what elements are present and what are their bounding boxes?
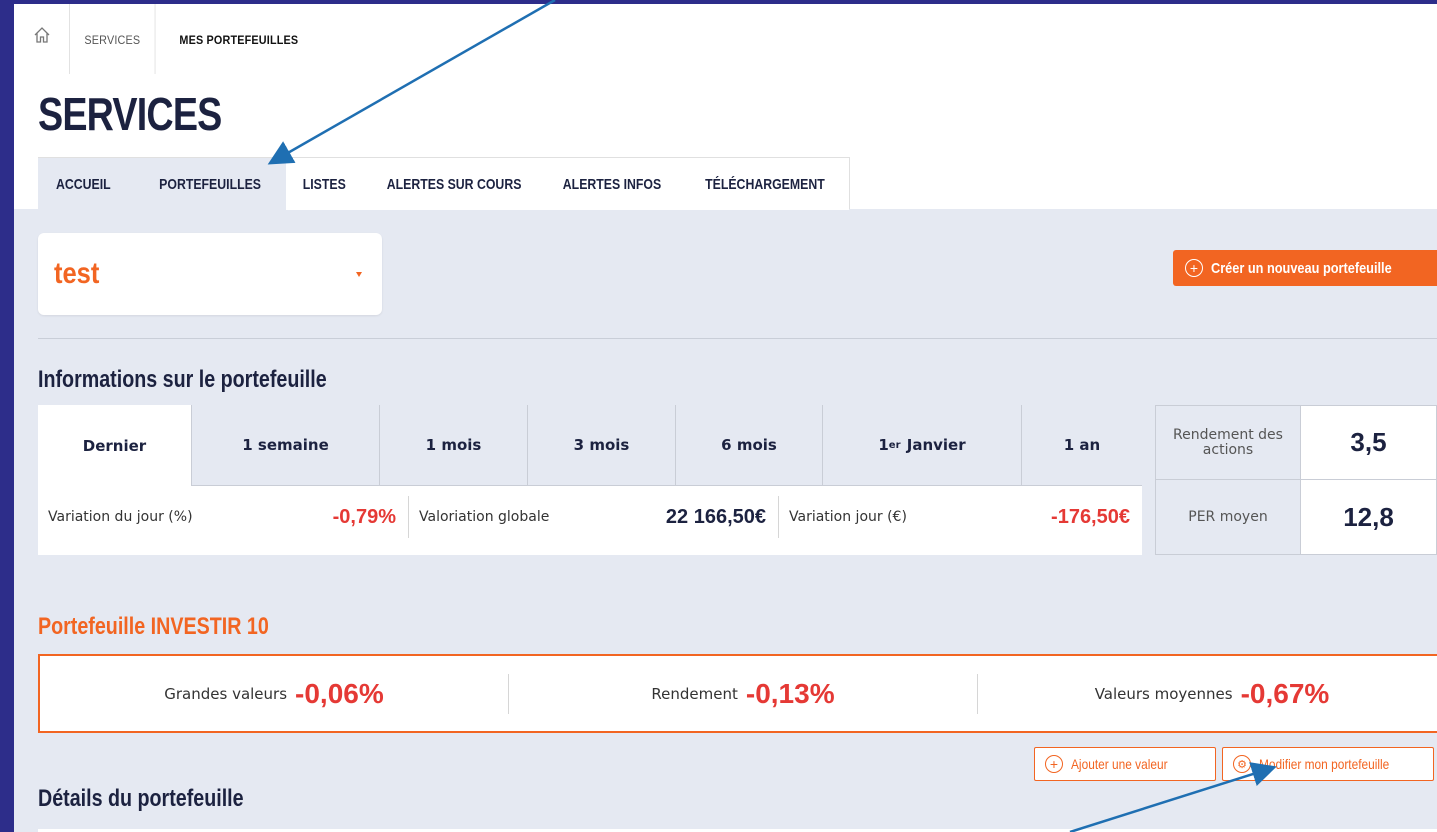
stat-valorisation-globale: Valoriation globale 22 166,50€ [408, 496, 778, 538]
tab-listes[interactable]: LISTES [286, 158, 360, 210]
tab-telechargement[interactable]: TÉLÉCHARGEMENT [680, 158, 849, 210]
investir-panel: Grandes valeurs -0,06% Rendement -0,13% … [38, 654, 1437, 733]
breadcrumb-services[interactable]: SERVICES [70, 4, 156, 74]
gear-icon: ⚙ [1233, 755, 1251, 773]
metric-per-moyen: PER moyen 12,8 [1155, 480, 1437, 555]
period-1-semaine[interactable]: 1 semaine [191, 405, 379, 486]
details-title: Détails du portefeuille [38, 785, 244, 812]
caret-down-icon [356, 271, 362, 277]
period-6-mois[interactable]: 6 mois [675, 405, 822, 486]
tab-bar: ACCUEIL PORTEFEUILLES LISTES ALERTES SUR… [38, 157, 850, 210]
breadcrumb: SERVICES MES PORTEFEUILLES [14, 4, 1437, 74]
edit-portfolio-button[interactable]: ⚙ Modifier mon portefeuille [1222, 747, 1434, 781]
investir-title: Portefeuille INVESTIR 10 [38, 613, 269, 640]
breadcrumb-current: MES PORTEFEUILLES [179, 33, 299, 47]
home-icon[interactable] [14, 4, 70, 74]
plus-circle-icon: + [1045, 755, 1063, 773]
investir-valeurs-moyennes: Valeurs moyennes -0,67% [977, 673, 1437, 714]
tab-portefeuilles[interactable]: PORTEFEUILLES [136, 158, 286, 210]
plus-circle-icon: + [1185, 259, 1203, 277]
stat-variation-jour-eur: Variation jour (€) -176,50€ [778, 496, 1142, 538]
page-title: SERVICES [38, 88, 222, 140]
period-3-mois[interactable]: 3 mois [527, 405, 675, 486]
portfolio-select[interactable]: test [38, 233, 382, 315]
info-panel: Dernier 1 semaine 1 mois 3 mois 6 mois 1… [38, 405, 1142, 555]
add-value-button[interactable]: + Ajouter une valeur [1034, 747, 1216, 781]
info-section-title: Informations sur le portefeuille [38, 366, 327, 393]
create-portfolio-label: Créer un nouveau portefeuille [1211, 259, 1392, 277]
investir-rendement: Rendement -0,13% [508, 673, 977, 714]
create-portfolio-button[interactable]: + Créer un nouveau portefeuille [1173, 250, 1437, 286]
tab-alertes-infos[interactable]: ALERTES INFOS [540, 158, 680, 210]
page-frame: SERVICES MES PORTEFEUILLES SERVICES ACCU… [14, 4, 1437, 832]
period-tabs: Dernier 1 semaine 1 mois 3 mois 6 mois 1… [38, 405, 1142, 486]
divider [38, 338, 1437, 339]
side-metrics: Rendement des actions 3,5 PER moyen 12,8 [1155, 405, 1437, 555]
tab-accueil[interactable]: ACCUEIL [38, 158, 136, 210]
tab-alertes-sur-cours[interactable]: ALERTES SUR COURS [360, 158, 540, 210]
period-dernier[interactable]: Dernier [38, 405, 191, 486]
portfolio-select-value: test [54, 257, 100, 290]
period-1er-janvier[interactable]: 1 er Janvier [822, 405, 1021, 486]
stats-row: Variation du jour (%) -0,79% Valoriation… [38, 496, 1142, 538]
period-1-an[interactable]: 1 an [1021, 405, 1142, 486]
period-1-mois[interactable]: 1 mois [379, 405, 527, 486]
investir-grandes-valeurs: Grandes valeurs -0,06% [164, 677, 384, 709]
metric-rendement: Rendement des actions 3,5 [1155, 405, 1437, 480]
stat-variation-jour-pct: Variation du jour (%) -0,79% [48, 505, 396, 528]
